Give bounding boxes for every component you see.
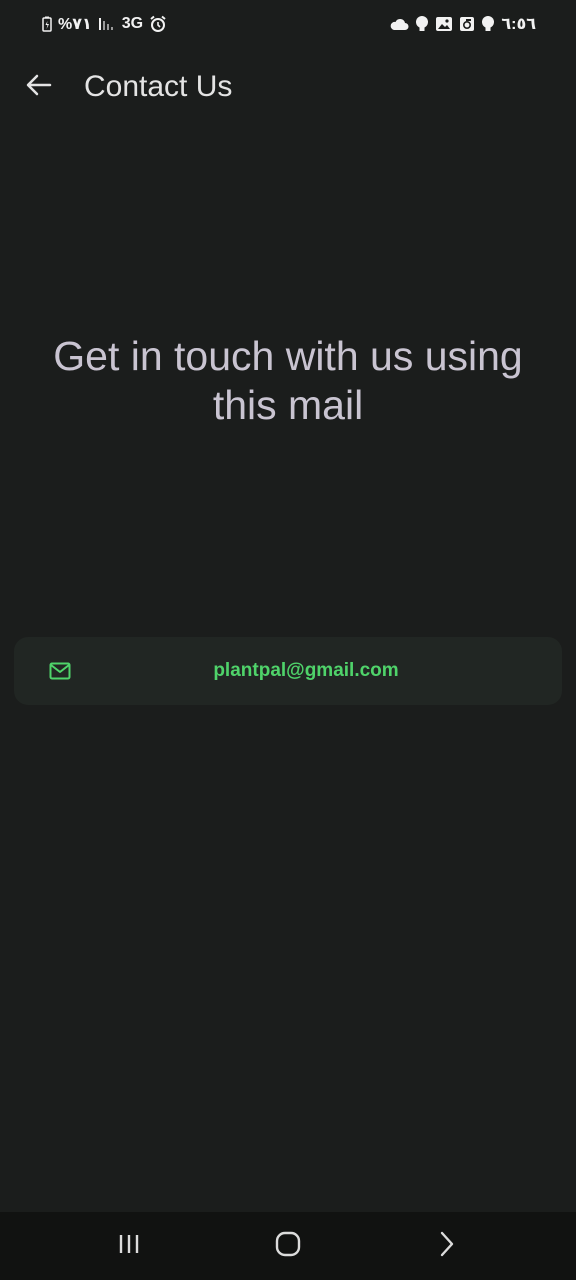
bulb-icon bbox=[415, 15, 429, 33]
email-address: plantpal@gmail.com bbox=[213, 660, 399, 681]
status-right: ٦:٥٦ bbox=[389, 14, 536, 34]
app-bar: Contact Us bbox=[0, 48, 576, 126]
chevron-right-icon bbox=[439, 1231, 455, 1262]
page-title: Contact Us bbox=[84, 70, 233, 103]
alarm-icon bbox=[149, 15, 167, 33]
battery-icon bbox=[42, 16, 52, 32]
arrow-left-icon bbox=[26, 73, 52, 102]
signal-icon bbox=[98, 17, 116, 31]
status-bar: %٧١ 3G ٦:٥٦ bbox=[0, 0, 576, 48]
email-button[interactable]: plantpal@gmail.com bbox=[14, 637, 562, 705]
recent-apps-icon bbox=[117, 1233, 141, 1260]
screen: %٧١ 3G ٦:٥٦ Contact Us Get in touch with… bbox=[0, 0, 576, 1280]
recent-apps-button[interactable] bbox=[99, 1216, 159, 1276]
cloud-icon bbox=[389, 17, 409, 31]
contact-headline: Get in touch with us using this mail bbox=[53, 333, 523, 428]
navigation-bar bbox=[0, 1212, 576, 1280]
bulb-icon bbox=[481, 15, 495, 33]
status-left: %٧١ 3G bbox=[42, 14, 167, 34]
mail-icon bbox=[49, 661, 71, 681]
clock-text: ٦:٥٦ bbox=[501, 16, 536, 33]
image-icon bbox=[435, 16, 453, 32]
back-button[interactable] bbox=[11, 59, 67, 115]
network-text: 3G bbox=[121, 15, 144, 32]
nav-back-button[interactable] bbox=[417, 1216, 477, 1276]
save-icon bbox=[459, 16, 475, 32]
home-icon bbox=[275, 1231, 301, 1262]
home-button[interactable] bbox=[258, 1216, 318, 1276]
battery-text: %٧١ bbox=[58, 16, 92, 33]
